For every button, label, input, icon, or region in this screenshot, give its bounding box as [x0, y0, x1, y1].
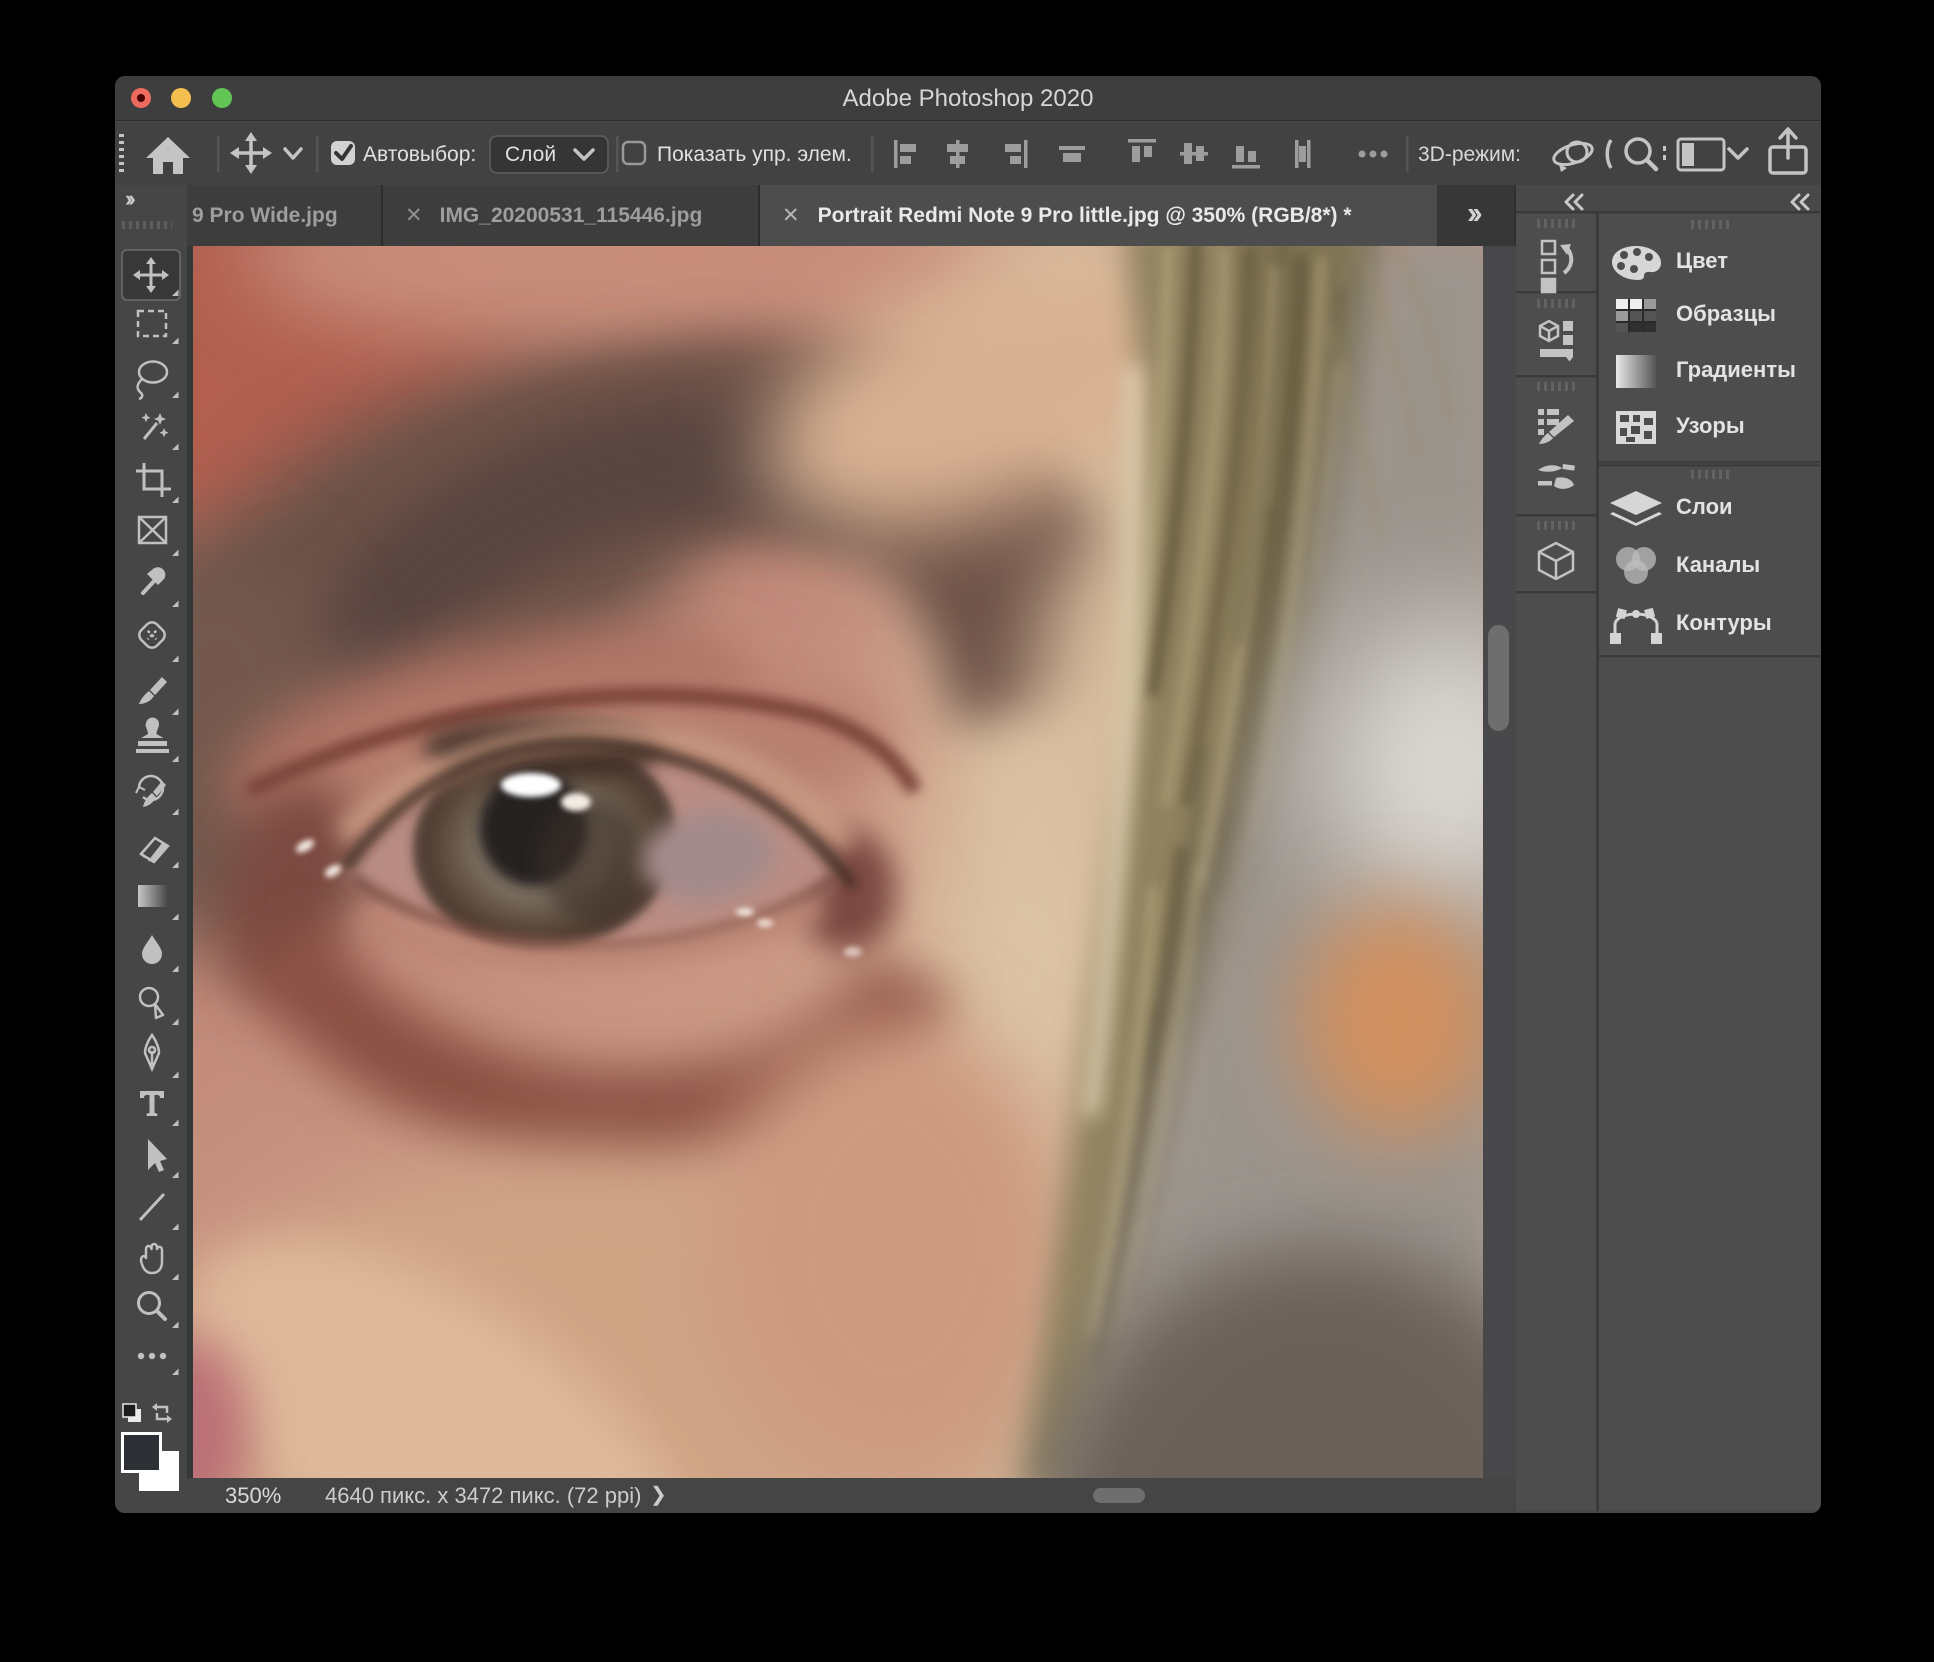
- svg-text:Слой: Слой: [505, 143, 556, 166]
- svg-text:3D-режим:: 3D-режим:: [1418, 143, 1521, 166]
- svg-text:Автовыбор:: Автовыбор:: [363, 143, 476, 166]
- svg-text:Показать упр. элем.: Показать упр. элем.: [657, 143, 852, 166]
